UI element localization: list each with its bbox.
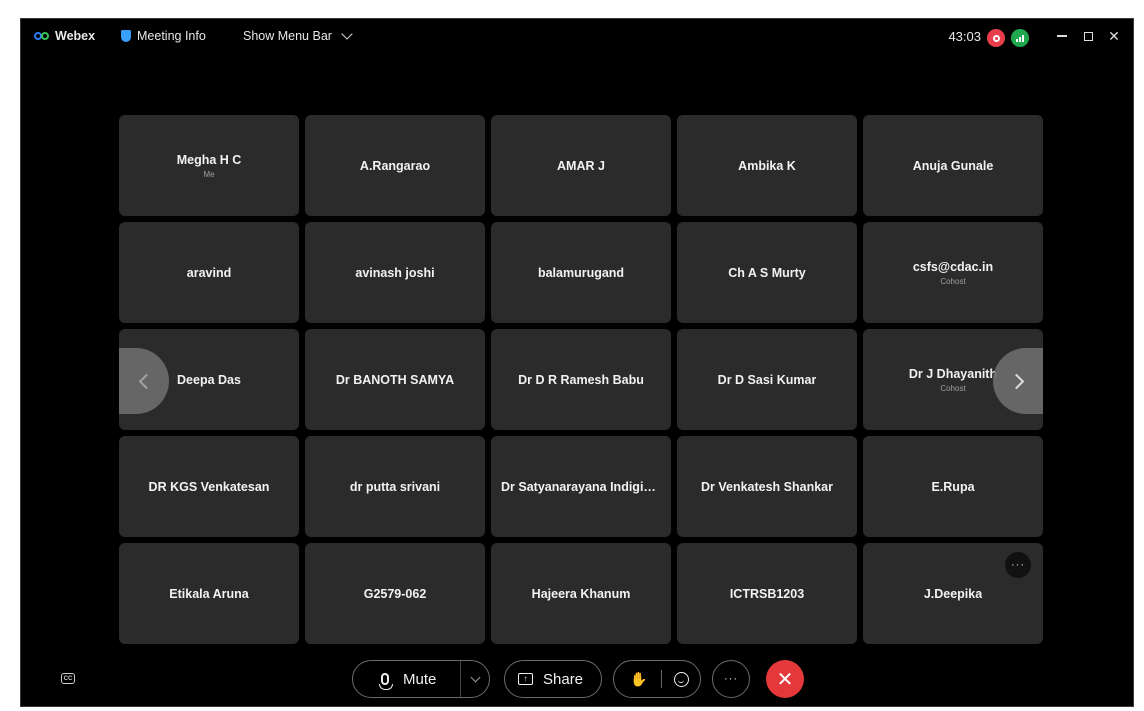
chevron-down-icon bbox=[470, 672, 480, 682]
minimize-icon bbox=[1057, 35, 1067, 37]
participant-tile[interactable]: dr putta srivani bbox=[305, 436, 485, 537]
maximize-button[interactable] bbox=[1077, 25, 1099, 47]
participant-name: Anuja Gunale bbox=[912, 158, 994, 173]
close-icon: ✕ bbox=[1108, 27, 1120, 44]
participant-tile[interactable]: Anuja Gunale bbox=[863, 115, 1043, 216]
meeting-timer: 43:03 bbox=[948, 29, 981, 44]
participant-grid: Megha H C Me A.Rangarao AMAR J Ambika K Anuja… bbox=[119, 115, 1043, 644]
participant-name: Dr J Dhayanith bbox=[908, 366, 998, 381]
mute-button[interactable]: Mute bbox=[352, 660, 490, 698]
participant-tile[interactable]: Dr Venkatesh Shankar bbox=[677, 436, 857, 537]
participant-tile[interactable]: csfs@cdac.in Cohost bbox=[863, 222, 1043, 323]
recording-icon[interactable] bbox=[987, 29, 1005, 47]
closed-captions-button[interactable]: CC bbox=[61, 673, 75, 684]
participant-name: Ch A S Murty bbox=[728, 265, 806, 280]
participant-name: ICTRSB1203 bbox=[729, 586, 805, 601]
participant-name: Dr BANOTH SAMYA bbox=[335, 372, 455, 387]
shield-icon bbox=[121, 30, 131, 42]
show-menu-bar-label: Show Menu Bar bbox=[243, 29, 332, 43]
chevron-left-icon bbox=[138, 373, 154, 389]
participant-name: G2579-062 bbox=[363, 586, 427, 601]
tile-more-options-button[interactable]: ··· bbox=[1005, 552, 1031, 578]
close-window-button[interactable]: ✕ bbox=[1103, 25, 1125, 47]
mute-label: Mute bbox=[403, 670, 437, 688]
participant-role: Cohost bbox=[940, 276, 966, 286]
webex-logo-icon bbox=[34, 29, 49, 43]
participant-name: Deepa Das bbox=[177, 372, 241, 387]
share-label: Share bbox=[543, 670, 584, 688]
minimize-button[interactable] bbox=[1051, 25, 1073, 47]
participant-name: Dr D Sasi Kumar bbox=[717, 372, 817, 387]
reactions-group: ✋ bbox=[613, 660, 701, 698]
participant-name: Dr D R Ramesh Babu bbox=[518, 372, 644, 387]
webex-brand: Webex bbox=[34, 29, 96, 43]
participant-name: Etikala Aruna bbox=[169, 586, 249, 601]
participant-name: Dr Venkatesh Shankar bbox=[700, 479, 833, 494]
participant-tile[interactable]: Ambika K bbox=[677, 115, 857, 216]
participant-tile[interactable]: A.Rangarao bbox=[305, 115, 485, 216]
app-name: Webex bbox=[55, 29, 96, 43]
participant-role: Me bbox=[203, 169, 215, 179]
reactions-icon[interactable] bbox=[674, 671, 690, 687]
participant-tile[interactable]: Hajeera Khanum bbox=[491, 543, 671, 644]
participant-tile[interactable]: Megha H C Me bbox=[119, 115, 299, 216]
chevron-right-icon bbox=[1008, 373, 1024, 389]
participant-tile[interactable]: aravind bbox=[119, 222, 299, 323]
participant-name: AMAR J bbox=[557, 158, 605, 173]
participant-name: Megha H C bbox=[176, 152, 242, 167]
network-stats-icon[interactable] bbox=[1011, 29, 1029, 47]
title-bar: Webex Meeting Info Show Menu Bar 43:03 ✕ bbox=[21, 19, 1133, 57]
more-options-button[interactable]: ··· bbox=[712, 660, 750, 698]
participant-name: Ambika K bbox=[738, 158, 796, 173]
participant-tile[interactable]: DR KGS Venkatesan bbox=[119, 436, 299, 537]
participant-tile[interactable]: Dr Satyanarayana Indigib... bbox=[491, 436, 671, 537]
meeting-info-button[interactable]: Meeting Info bbox=[121, 29, 206, 43]
participant-tile[interactable]: Dr BANOTH SAMYA bbox=[305, 329, 485, 430]
raise-hand-icon[interactable]: ✋ bbox=[630, 671, 647, 688]
maximize-icon bbox=[1083, 31, 1093, 41]
participant-tile[interactable]: E.Rupa bbox=[863, 436, 1043, 537]
participant-name: avinash joshi bbox=[355, 265, 435, 280]
show-menu-bar-button[interactable]: Show Menu Bar bbox=[243, 27, 353, 43]
participant-name: Hajeera Khanum bbox=[531, 586, 631, 601]
share-screen-icon: ↑ bbox=[518, 673, 533, 685]
participant-name: Dr Satyanarayana Indigib... bbox=[501, 479, 661, 494]
participant-tile[interactable]: ICTRSB1203 bbox=[677, 543, 857, 644]
participant-tile[interactable]: AMAR J bbox=[491, 115, 671, 216]
participant-tile[interactable]: Dr D R Ramesh Babu bbox=[491, 329, 671, 430]
share-button[interactable]: ↑ Share bbox=[504, 660, 602, 698]
chevron-down-icon bbox=[341, 27, 353, 40]
participant-name: csfs@cdac.in bbox=[912, 259, 994, 274]
participant-name: J.Deepika bbox=[923, 586, 983, 601]
meeting-info-label: Meeting Info bbox=[137, 29, 206, 43]
participant-name: E.Rupa bbox=[931, 479, 975, 494]
participant-tile[interactable]: avinash joshi bbox=[305, 222, 485, 323]
participant-tile[interactable]: G2579-062 bbox=[305, 543, 485, 644]
participant-tile[interactable]: J.Deepika ··· bbox=[863, 543, 1043, 644]
audio-options-dropdown[interactable] bbox=[460, 661, 489, 697]
divider bbox=[661, 670, 663, 688]
participant-name: aravind bbox=[186, 265, 232, 280]
participant-name: balamurugand bbox=[537, 265, 625, 280]
participant-name: dr putta srivani bbox=[349, 479, 441, 494]
close-icon: ✕ bbox=[776, 668, 794, 691]
participant-tile[interactable]: balamurugand bbox=[491, 222, 671, 323]
participant-role: Cohost bbox=[940, 383, 966, 393]
participant-tile[interactable]: Etikala Aruna bbox=[119, 543, 299, 644]
participant-name: DR KGS Venkatesan bbox=[148, 479, 270, 494]
microphone-icon bbox=[379, 673, 393, 690]
participant-name: A.Rangarao bbox=[359, 158, 431, 173]
webex-meeting-window: Webex Meeting Info Show Menu Bar 43:03 ✕… bbox=[20, 18, 1134, 707]
participant-tile[interactable]: Ch A S Murty bbox=[677, 222, 857, 323]
participant-tile[interactable]: Dr D Sasi Kumar bbox=[677, 329, 857, 430]
leave-meeting-button[interactable]: ✕ bbox=[766, 660, 804, 698]
